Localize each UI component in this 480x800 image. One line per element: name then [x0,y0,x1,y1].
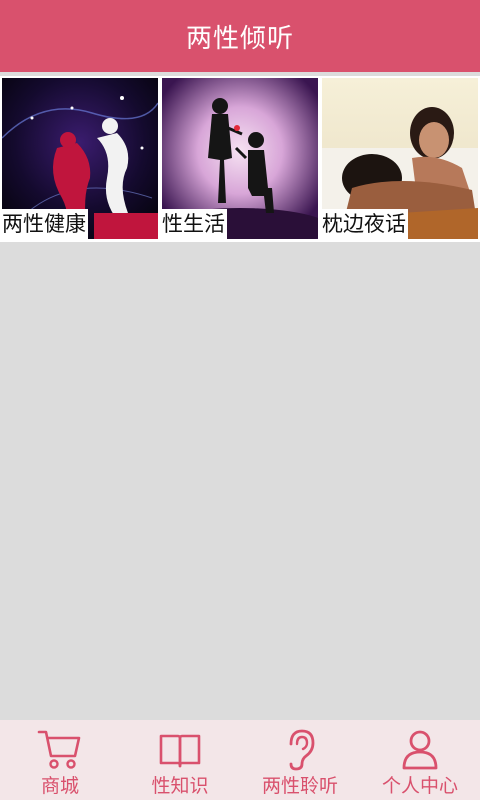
tile-label: 枕边夜话 [322,209,408,239]
category-grid: 两性健康 性生活 枕边夜话 [0,76,480,242]
tab-label: 个人中心 [381,775,458,797]
tab-label: 两性聆听 [261,775,338,797]
app-root: 两性倾听 两性健康 性生活 枕边夜话 商城 性知识 两性聆听 个人中心 [0,0,480,800]
book-icon [159,734,201,768]
tab-label: 商城 [40,775,79,797]
tab-listen[interactable]: 两性聆听 [240,720,360,800]
category-tile-health[interactable]: 两性健康 [2,78,158,239]
cart-icon [37,730,81,769]
tab-knowledge[interactable]: 性知识 [120,720,240,800]
bottom-tab-bar: 商城 性知识 两性聆听 个人中心 [0,720,480,800]
person-icon [402,730,438,770]
category-tile-sex-life[interactable]: 性生活 [162,78,318,239]
page-title: 两性倾听 [185,23,294,54]
top-bar: 两性倾听 [0,0,480,72]
tab-label: 性知识 [151,775,209,797]
category-tile-pillow-talk[interactable]: 枕边夜话 [322,78,478,239]
tab-profile[interactable]: 个人中心 [360,720,480,800]
tile-label: 两性健康 [2,209,88,239]
tile-label: 性生活 [162,209,227,239]
ear-icon [289,729,315,771]
tab-shop[interactable]: 商城 [0,720,120,800]
